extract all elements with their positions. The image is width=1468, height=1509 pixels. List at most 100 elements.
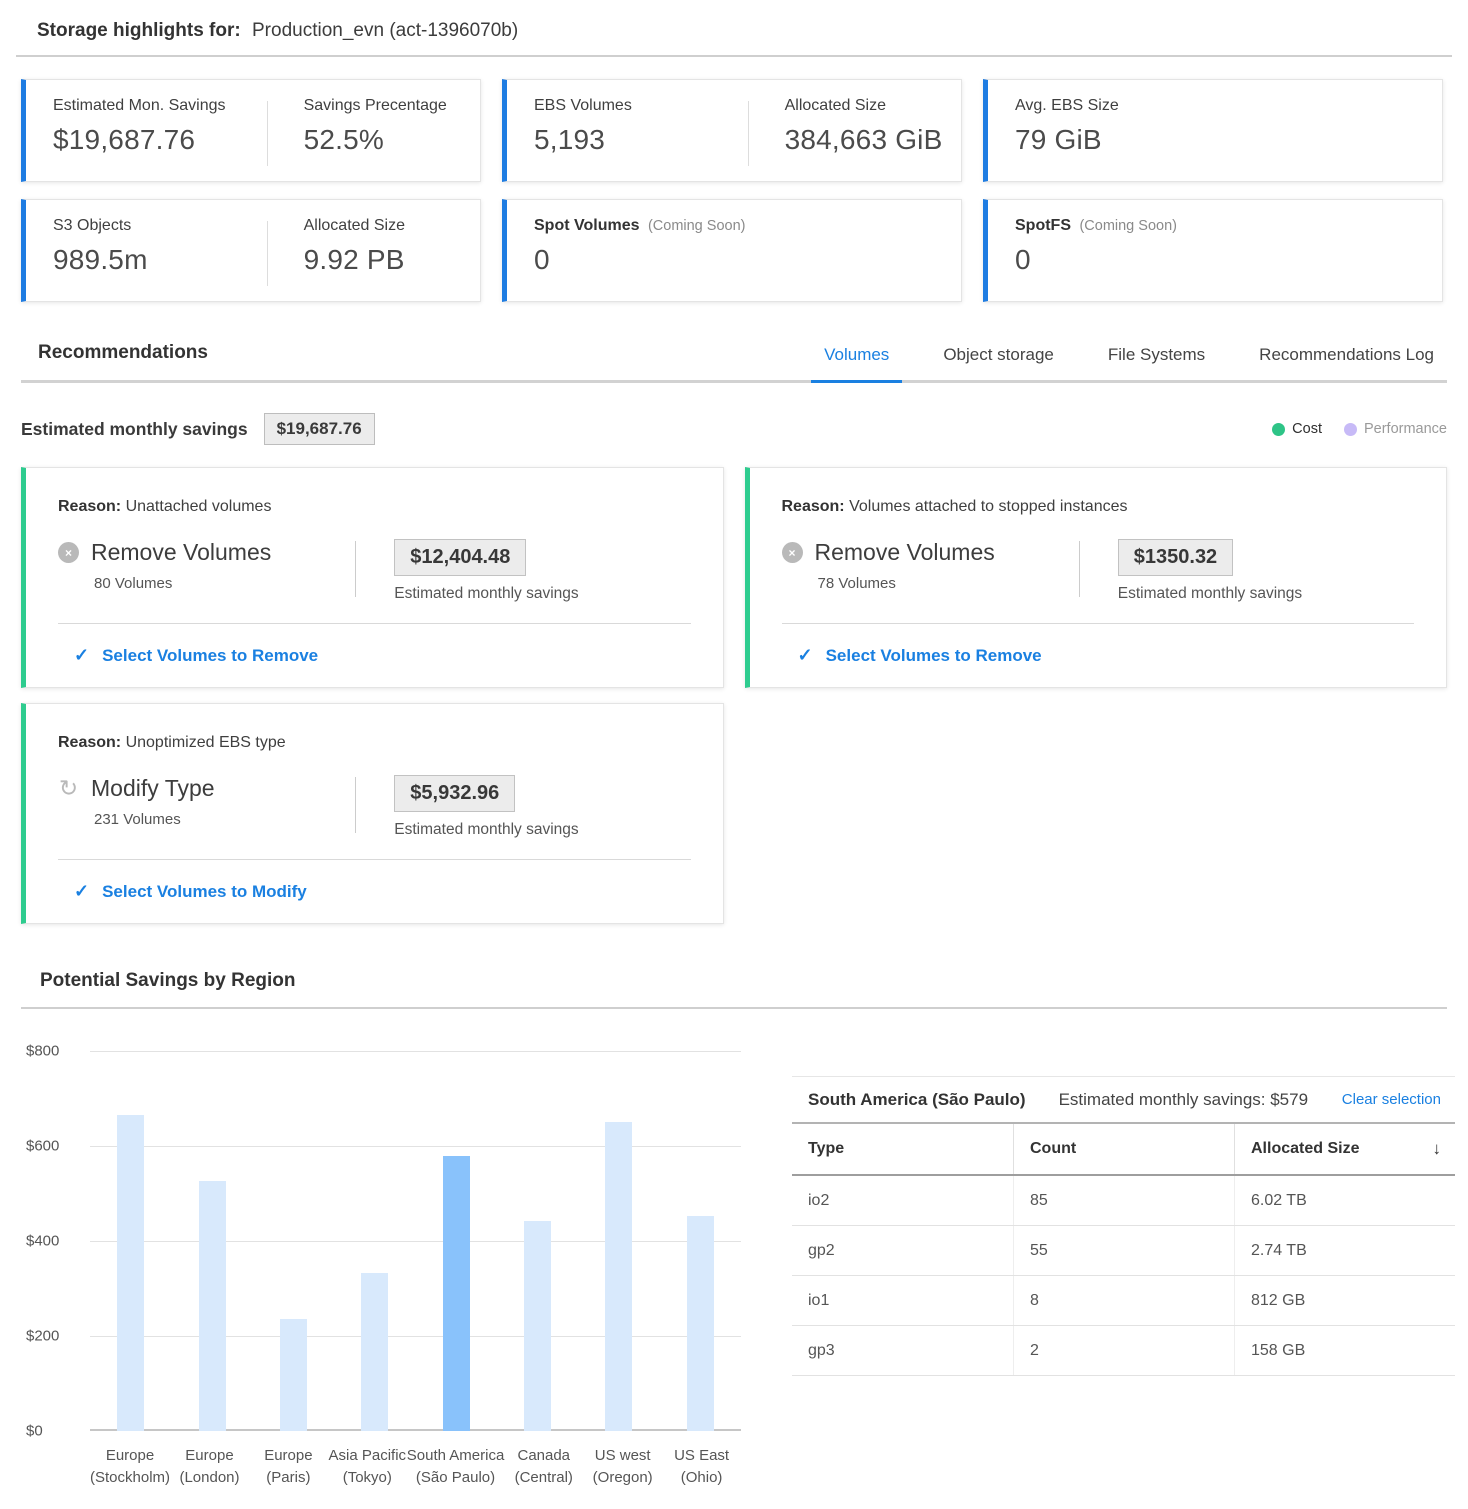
kpi-value: 0 bbox=[534, 244, 961, 276]
kpi-card-avg-ebs-size: Avg. EBS Size 79 GiB bbox=[983, 79, 1443, 182]
table-row: gp3 2 158 GB bbox=[792, 1326, 1455, 1376]
savings-by-region-chart: $800 $600 $400 $200 $0 bbox=[26, 1051, 741, 1489]
kpi-label: SpotFS (Coming Soon) bbox=[1015, 217, 1442, 235]
tab-volumes[interactable]: Volumes bbox=[811, 345, 902, 380]
savings-label: Estimated monthly savings bbox=[1118, 585, 1302, 603]
recommendation-card-unattached: Reason: Unattached volumes Remove Volume… bbox=[21, 467, 724, 688]
select-volumes-to-modify-link[interactable]: Select Volumes to Modify bbox=[58, 860, 691, 902]
bar-europe-paris[interactable] bbox=[280, 1319, 307, 1431]
remove-volume-icon bbox=[58, 542, 79, 563]
page-title-label: Storage highlights for: bbox=[37, 20, 241, 41]
kpi-product-name: Spot Volumes bbox=[534, 217, 640, 234]
select-volumes-to-remove-link[interactable]: Select Volumes to Remove bbox=[782, 624, 1415, 666]
legend-item-performance: Performance bbox=[1344, 421, 1447, 437]
summary-label: Estimated monthly savings bbox=[21, 419, 248, 440]
reason-text: Unoptimized EBS type bbox=[126, 734, 286, 751]
bar-europe-london[interactable] bbox=[199, 1181, 226, 1431]
savings-value-badge: $12,404.48 bbox=[394, 539, 526, 576]
reason-text: Volumes attached to stopped instances bbox=[849, 498, 1127, 515]
x-axis-label: Asia Pacific(Tokyo) bbox=[328, 1445, 407, 1489]
savings-label: Estimated monthly savings bbox=[394, 821, 578, 839]
savings-value-badge: $1350.32 bbox=[1118, 539, 1233, 576]
column-header-count[interactable]: Count bbox=[1013, 1124, 1234, 1174]
savings-summary-row: Estimated monthly savings $19,687.76 Cos… bbox=[21, 413, 1447, 445]
x-axis-label: Europe(Paris) bbox=[249, 1445, 328, 1489]
bar-canada-central[interactable] bbox=[524, 1221, 551, 1431]
action-title: Remove Volumes bbox=[91, 539, 271, 566]
kpi-label: Allocated Size bbox=[304, 217, 480, 235]
reason-line: Reason: Unoptimized EBS type bbox=[58, 734, 691, 752]
bar-europe-stockholm[interactable] bbox=[117, 1115, 144, 1431]
y-axis-tick: $0 bbox=[26, 1423, 72, 1440]
recommendation-card-unoptimized-type: Reason: Unoptimized EBS type Modify Type… bbox=[21, 703, 724, 924]
kpi-value: 5,193 bbox=[534, 124, 748, 156]
reason-label: Reason: bbox=[782, 498, 845, 515]
bar-us-east-ohio[interactable] bbox=[687, 1216, 714, 1431]
link-label: Select Volumes to Modify bbox=[102, 882, 307, 902]
savings-value-badge: $5,932.96 bbox=[394, 775, 515, 812]
type-cell: gp3 bbox=[792, 1326, 1013, 1375]
region-section-title: Potential Savings by Region bbox=[21, 970, 1447, 1007]
legend-performance-label: Performance bbox=[1364, 421, 1447, 437]
count-cell: 55 bbox=[1013, 1226, 1234, 1275]
performance-dot-icon bbox=[1344, 423, 1357, 436]
type-cell: io2 bbox=[792, 1176, 1013, 1225]
legend: Cost Performance bbox=[1272, 421, 1447, 437]
sort-descending-icon[interactable] bbox=[1433, 1139, 1442, 1159]
select-volumes-to-remove-link[interactable]: Select Volumes to Remove bbox=[58, 624, 691, 666]
tab-file-systems[interactable]: File Systems bbox=[1095, 345, 1218, 380]
coming-soon-badge: (Coming Soon) bbox=[1079, 218, 1177, 234]
region-section-body: $800 $600 $400 $200 $0 bbox=[26, 1051, 1455, 1489]
type-cell: io1 bbox=[792, 1276, 1013, 1325]
allocated-size-cell: 6.02 TB bbox=[1234, 1176, 1455, 1225]
kpi-value: 52.5% bbox=[304, 124, 480, 156]
x-axis-labels: Europe(Stockholm) Europe(London) Europe(… bbox=[90, 1445, 741, 1489]
bar-asia-pacific-tokyo[interactable] bbox=[361, 1273, 388, 1431]
count-cell: 2 bbox=[1013, 1326, 1234, 1375]
tab-object-storage[interactable]: Object storage bbox=[930, 345, 1067, 380]
cost-dot-icon bbox=[1272, 423, 1285, 436]
volume-count: 231 Volumes bbox=[94, 811, 355, 828]
check-icon bbox=[74, 645, 89, 666]
column-header-type[interactable]: Type bbox=[792, 1124, 1013, 1174]
region-section-header: Potential Savings by Region bbox=[21, 970, 1447, 1009]
kpi-card-spot-volumes: Spot Volumes (Coming Soon) 0 bbox=[502, 199, 962, 302]
panel-header: South America (São Paulo) Estimated mont… bbox=[792, 1077, 1455, 1124]
coming-soon-badge: (Coming Soon) bbox=[648, 218, 746, 234]
table-row: gp2 55 2.74 TB bbox=[792, 1226, 1455, 1276]
selected-region-title: South America (São Paulo) bbox=[808, 1090, 1026, 1110]
kpi-card-s3-objects: S3 Objects 989.5m Allocated Size 9.92 PB bbox=[21, 199, 481, 302]
y-axis-tick: $600 bbox=[26, 1138, 72, 1155]
bar-south-america-sao-paulo[interactable] bbox=[443, 1156, 470, 1431]
region-savings-subtitle: Estimated monthly savings: $579 bbox=[1059, 1090, 1308, 1110]
x-axis-label: Europe(Stockholm) bbox=[90, 1445, 170, 1489]
kpi-card-grid: Estimated Mon. Savings $19,687.76 Saving… bbox=[21, 79, 1443, 302]
kpi-value: 384,663 GiB bbox=[785, 124, 961, 156]
recommendations-tabs: Volumes Object storage File Systems Reco… bbox=[783, 345, 1447, 380]
kpi-label: S3 Objects bbox=[53, 217, 267, 235]
y-axis-tick: $400 bbox=[26, 1233, 72, 1250]
allocated-size-cell: 812 GB bbox=[1234, 1276, 1455, 1325]
reason-label: Reason: bbox=[58, 498, 121, 515]
summary-value-badge: $19,687.76 bbox=[264, 413, 375, 445]
table-header-row: Type Count Allocated Size bbox=[792, 1124, 1455, 1176]
tab-recommendations-log[interactable]: Recommendations Log bbox=[1246, 345, 1447, 380]
count-cell: 8 bbox=[1013, 1276, 1234, 1325]
kpi-card-est-savings: Estimated Mon. Savings $19,687.76 Saving… bbox=[21, 79, 481, 182]
bar-series bbox=[90, 1051, 741, 1431]
column-header-allocated-size[interactable]: Allocated Size bbox=[1234, 1124, 1455, 1174]
action-row: Modify Type 231 Volumes $5,932.96 Estima… bbox=[58, 775, 691, 839]
kpi-label: EBS Volumes bbox=[534, 97, 748, 115]
bar-us-west-oregon[interactable] bbox=[605, 1122, 632, 1431]
y-axis-tick: $200 bbox=[26, 1328, 72, 1345]
link-label: Select Volumes to Remove bbox=[826, 646, 1042, 666]
recommendation-card-stopped-instances: Reason: Volumes attached to stopped inst… bbox=[745, 467, 1448, 688]
x-axis-label: US East(Ohio) bbox=[662, 1445, 741, 1489]
clear-selection-link[interactable]: Clear selection bbox=[1342, 1091, 1441, 1108]
recommendation-cards: Reason: Unattached volumes Remove Volume… bbox=[21, 467, 1447, 924]
header-divider bbox=[16, 55, 1452, 57]
check-icon bbox=[798, 645, 813, 666]
link-label: Select Volumes to Remove bbox=[102, 646, 318, 666]
savings-label: Estimated monthly savings bbox=[394, 585, 578, 603]
reason-text: Unattached volumes bbox=[126, 498, 272, 515]
